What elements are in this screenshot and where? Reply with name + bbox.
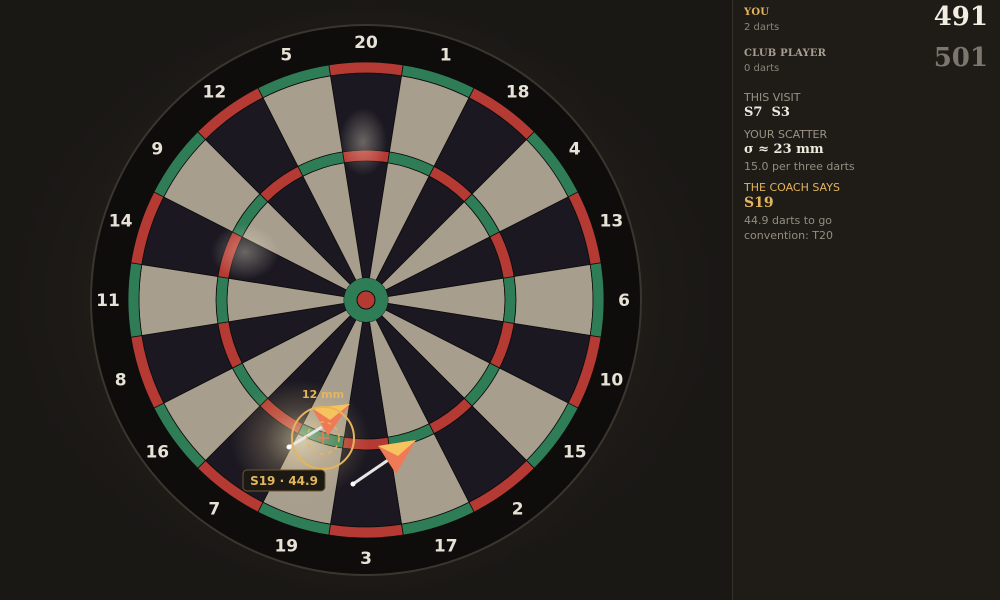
player-darts-count: 2 darts xyxy=(744,22,780,33)
aim-tooltip-text: S19 · 44.9 xyxy=(250,474,318,488)
board-number-6: 6 xyxy=(618,291,630,311)
bullseye[interactable] xyxy=(344,278,388,322)
board-number-17: 17 xyxy=(434,536,458,556)
segment-outer-single-6[interactable] xyxy=(513,264,594,336)
dartboard[interactable]: 20 1 18 4 13 6 10 15 2 17 3 19 7 16 8 11 14 9 12 5 12 mm S1… xyxy=(0,0,732,600)
board-number-2: 2 xyxy=(512,500,524,520)
board-number-12: 12 xyxy=(203,82,227,102)
board-number-18: 18 xyxy=(506,82,530,102)
aim-distance-label: 12 mm xyxy=(302,388,344,401)
player-score: 491 xyxy=(933,2,988,32)
board-number-5: 5 xyxy=(280,46,292,66)
board-number-3: 3 xyxy=(360,549,372,569)
board-number-4: 4 xyxy=(569,139,581,159)
this-visit-section: THIS VISIT S7 S3 xyxy=(744,91,988,120)
segment-treble-6[interactable] xyxy=(502,276,517,324)
board-number-16: 16 xyxy=(145,443,169,463)
scatter-sub: 15.0 per three darts xyxy=(744,160,855,173)
segment-treble-11[interactable] xyxy=(215,276,230,324)
board-number-20: 20 xyxy=(354,33,378,53)
board-number-15: 15 xyxy=(563,443,587,463)
this-visit-value: S7 S3 xyxy=(744,105,790,120)
this-visit-label: THIS VISIT xyxy=(744,91,801,104)
scoreboard-panel: YOU 2 darts 491 CLUB PLAYER 0 darts 501 … xyxy=(732,0,1000,600)
scatter-label: YOUR SCATTER xyxy=(744,128,828,141)
board-number-1: 1 xyxy=(440,46,452,66)
dartboard-area[interactable]: 20 1 18 4 13 6 10 15 2 17 3 19 7 16 8 11 14 9 12 5 xyxy=(0,0,732,600)
aim-tooltip: S19 · 44.9 xyxy=(242,469,326,492)
player-you: YOU 2 darts 491 xyxy=(744,0,988,41)
board-number-10: 10 xyxy=(600,371,624,391)
board-number-14: 14 xyxy=(109,211,133,231)
scatter-value: σ ≈ 23 mm xyxy=(744,142,824,157)
board-number-8: 8 xyxy=(115,371,127,391)
board-number-13: 13 xyxy=(600,211,624,231)
opponent-darts-count: 0 darts xyxy=(744,63,780,74)
board-number-19: 19 xyxy=(274,536,298,556)
coach-darts-to-go: 44.9 darts to go xyxy=(744,214,833,227)
coach-convention: convention: T20 xyxy=(744,229,833,242)
coach-section: THE COACH SAYS S19 44.9 darts to go conv… xyxy=(744,181,988,242)
opponent-score: 501 xyxy=(933,43,988,73)
board-number-9: 9 xyxy=(151,139,163,159)
scatter-section: YOUR SCATTER σ ≈ 23 mm 15.0 per three da… xyxy=(744,128,988,173)
board-number-7: 7 xyxy=(208,500,220,520)
coach-label: THE COACH SAYS xyxy=(744,181,840,194)
board-number-11: 11 xyxy=(96,291,120,311)
opponent-name: CLUB PLAYER xyxy=(744,48,827,59)
player-name: YOU xyxy=(744,7,770,18)
segment-outer-single-11[interactable] xyxy=(138,264,219,336)
player-club: CLUB PLAYER 0 darts 501 xyxy=(744,41,988,82)
coach-suggestion: S19 xyxy=(744,195,774,211)
